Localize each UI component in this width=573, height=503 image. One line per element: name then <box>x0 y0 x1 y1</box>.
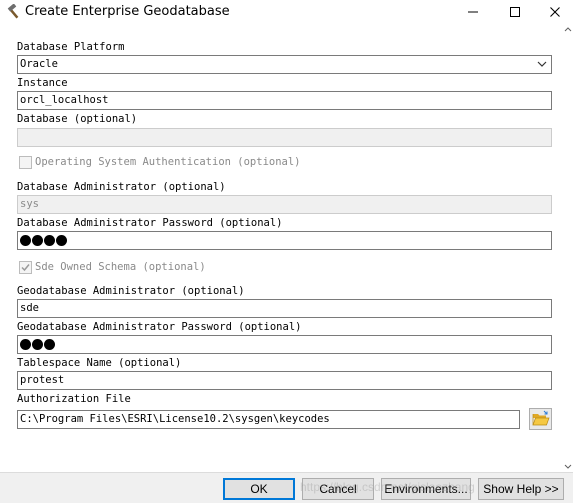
db-admin-input[interactable]: sys <box>17 195 552 214</box>
tablespace-value: protest <box>20 374 65 386</box>
db-admin-password-label: Database Administrator Password (optiona… <box>17 217 283 229</box>
gdb-admin-label: Geodatabase Administrator (optional) <box>17 285 245 297</box>
close-button[interactable] <box>537 0 573 24</box>
instance-input[interactable]: orcl_localhost <box>17 91 552 110</box>
platform-value: Oracle <box>20 58 58 70</box>
auth-file-input[interactable]: C:\Program Files\ESRI\License10.2\sysgen… <box>17 410 520 429</box>
chevron-down-icon <box>537 61 547 67</box>
database-input[interactable] <box>17 128 552 147</box>
title-bar: Create Enterprise Geodatabase <box>0 0 573 24</box>
database-label: Database (optional) <box>17 113 138 125</box>
environments-button[interactable]: Environments... <box>381 478 471 500</box>
scroll-up-icon[interactable] <box>564 26 572 32</box>
auth-file-value: C:\Program Files\ESRI\License10.2\sysgen… <box>20 413 330 425</box>
instance-label: Instance <box>17 77 68 89</box>
checkmark-icon <box>21 263 30 271</box>
tablespace-input[interactable]: protest <box>17 371 552 390</box>
minimize-icon <box>468 11 478 13</box>
gdb-admin-value: sde <box>20 302 39 314</box>
window-title: Create Enterprise Geodatabase <box>25 4 230 19</box>
gdb-admin-input[interactable]: sde <box>17 299 552 318</box>
gdb-admin-password-input[interactable] <box>17 335 552 354</box>
platform-select[interactable]: Oracle <box>17 55 552 74</box>
password-mask <box>20 232 67 249</box>
ok-button[interactable]: OK <box>223 478 295 500</box>
sde-schema-checkbox-row[interactable]: Sde Owned Schema (optional) <box>19 259 206 275</box>
password-dot <box>44 235 55 246</box>
password-dot <box>20 339 31 350</box>
os-auth-checkbox[interactable] <box>19 155 32 169</box>
vertical-scrollbar[interactable] <box>563 24 573 472</box>
gdb-admin-password-label: Geodatabase Administrator Password (opti… <box>17 321 302 333</box>
os-auth-label: Operating System Authentication (optiona… <box>35 156 301 168</box>
password-dot <box>56 235 67 246</box>
tool-dialog-content: Database Platform Oracle Instance orcl_l… <box>0 24 573 472</box>
db-admin-value: sys <box>20 198 39 210</box>
auth-file-label: Authorization File <box>17 393 131 405</box>
folder-open-icon <box>532 410 550 426</box>
platform-label: Database Platform <box>17 41 125 53</box>
maximize-icon <box>510 7 520 17</box>
sde-schema-checkbox[interactable] <box>19 260 32 274</box>
cancel-button[interactable]: Cancel <box>302 478 374 500</box>
password-dot <box>20 235 31 246</box>
tablespace-label: Tablespace Name (optional) <box>17 357 182 369</box>
password-dot <box>44 339 55 350</box>
maximize-button[interactable] <box>497 0 533 24</box>
minimize-button[interactable] <box>455 0 491 24</box>
password-dot <box>32 339 43 350</box>
os-auth-checkbox-row[interactable]: Operating System Authentication (optiona… <box>19 154 301 170</box>
instance-value: orcl_localhost <box>20 94 109 106</box>
show-help-button[interactable]: Show Help >> <box>478 478 564 500</box>
db-admin-label: Database Administrator (optional) <box>17 181 226 193</box>
password-dot <box>32 235 43 246</box>
db-admin-password-input[interactable] <box>17 231 552 250</box>
browse-button[interactable] <box>529 408 552 430</box>
password-mask <box>20 336 55 353</box>
close-icon <box>550 7 560 17</box>
scroll-down-icon[interactable] <box>564 464 572 470</box>
sde-schema-label: Sde Owned Schema (optional) <box>35 261 206 273</box>
hammer-icon <box>7 4 19 19</box>
